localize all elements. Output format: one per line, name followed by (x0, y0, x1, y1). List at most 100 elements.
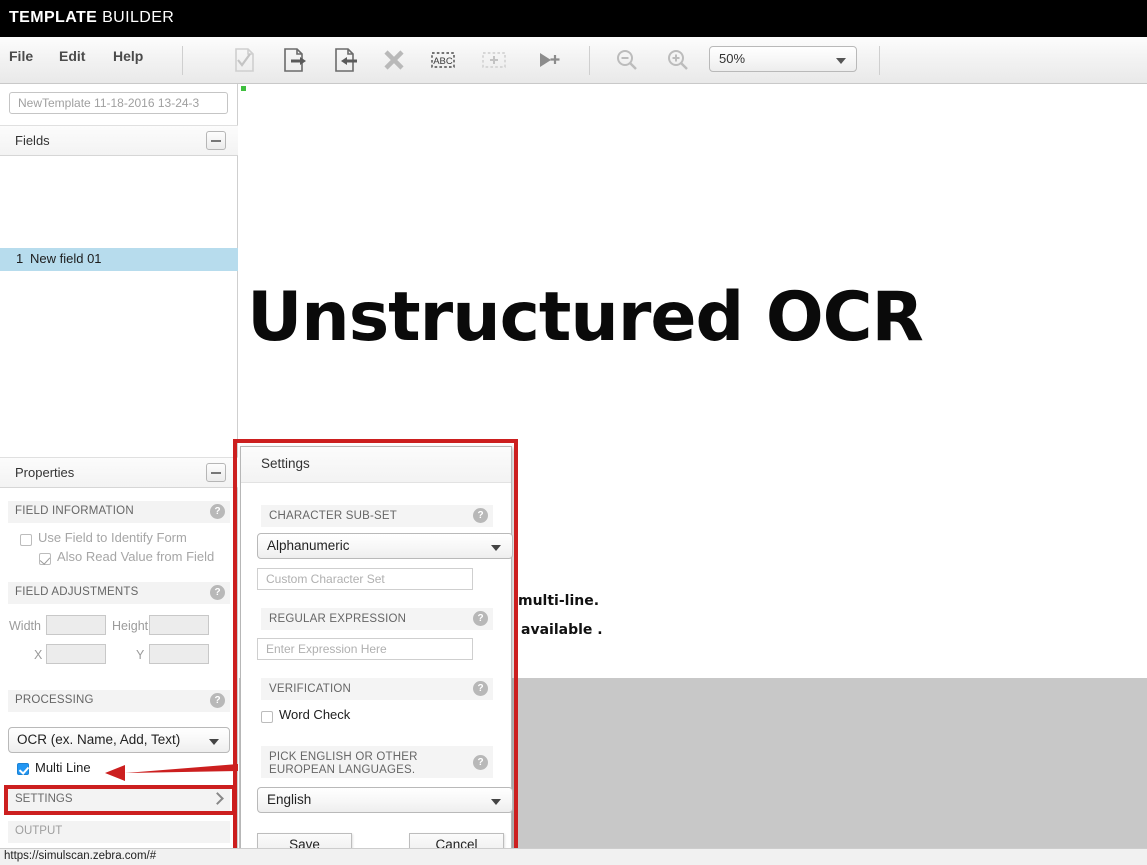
settings-dialog-header: Settings (241, 447, 511, 483)
use-field-to-identify-form-checkbox[interactable] (20, 534, 32, 546)
add-region-icon[interactable] (477, 43, 511, 77)
processing-header: PROCESSING ? (8, 690, 230, 712)
also-read-value-from-field-label: Also Read Value from Field (57, 549, 215, 564)
import-document-icon[interactable] (329, 43, 363, 77)
character-subset-label: CHARACTER SUB-SET (269, 510, 397, 522)
svg-text:ABC: ABC (433, 56, 453, 67)
chevron-down-icon (209, 739, 219, 745)
export-document-icon[interactable] (278, 43, 312, 77)
field-list-item-1[interactable]: 1 New field 01 (0, 248, 238, 271)
settings-dialog-title: Settings (261, 456, 310, 471)
app-title-bar: TEMPLATE BUILDER (0, 0, 1147, 37)
regular-expression-label: REGULAR EXPRESSION (269, 613, 407, 625)
menu-help[interactable]: Help (113, 48, 143, 64)
zoom-level-value: 50% (719, 51, 746, 66)
validate-document-icon[interactable] (227, 43, 261, 77)
help-icon[interactable]: ? (473, 755, 488, 770)
height-input[interactable] (149, 615, 209, 635)
custom-character-set-placeholder: Custom Character Set (266, 572, 385, 586)
regular-expression-header: REGULAR EXPRESSION ? (261, 608, 493, 630)
custom-character-set-input[interactable]: Custom Character Set (257, 568, 473, 590)
help-icon[interactable]: ? (473, 681, 488, 696)
template-name-input[interactable]: NewTemplate 11-18-2016 13-24-3 (9, 92, 228, 114)
minus-icon (211, 140, 221, 142)
abc-region-icon[interactable]: ABC (426, 43, 460, 77)
canvas-origin-marker (241, 86, 246, 91)
regular-expression-input[interactable]: Enter Expression Here (257, 638, 473, 660)
menu-edit[interactable]: Edit (59, 48, 85, 64)
language-header: PICK ENGLISH OR OTHER EUROPEAN LANGUAGES… (261, 746, 493, 778)
field-list-item-label: New field 01 (30, 251, 102, 266)
width-input[interactable] (46, 615, 106, 635)
output-row-label: OUTPUT (15, 825, 63, 837)
brand-bold: TEMPLATE (9, 9, 98, 26)
chevron-down-icon (836, 58, 846, 64)
verification-header: VERIFICATION ? (261, 678, 493, 700)
word-check-label: Word Check (279, 707, 351, 722)
fields-section-header: Fields (0, 125, 238, 156)
height-label: Height (112, 619, 149, 633)
toolbar: File Edit Help ABC (0, 37, 1147, 84)
minus-icon (211, 472, 221, 474)
fields-collapse-button[interactable] (206, 131, 226, 150)
y-label: Y (136, 648, 145, 662)
x-label: X (34, 648, 43, 662)
width-label: Width (9, 619, 41, 633)
field-list-item-index: 1 (16, 251, 24, 266)
character-subset-value: Alphanumeric (267, 538, 350, 553)
template-name-placeholder: NewTemplate 11-18-2016 13-24-3 (18, 96, 200, 110)
toolbar-divider-2 (589, 46, 590, 75)
brand-light: BUILDER (97, 9, 175, 26)
field-information-label: FIELD INFORMATION (15, 505, 134, 517)
annotation-arrow-multi-line (103, 760, 238, 784)
character-subset-select[interactable]: Alphanumeric (257, 533, 513, 559)
multi-line-checkbox[interactable] (17, 763, 29, 775)
field-information-header: FIELD INFORMATION ? (8, 501, 230, 523)
zoom-level-select[interactable]: 50% (709, 46, 857, 72)
settings-row-button[interactable]: SETTINGS (8, 789, 230, 811)
y-input[interactable] (149, 644, 209, 664)
status-bar: https://simulscan.zebra.com/# (0, 848, 1147, 865)
processing-type-select[interactable]: OCR (ex. Name, Add, Text) (8, 727, 230, 753)
help-icon[interactable]: ? (210, 504, 225, 519)
processing-label: PROCESSING (15, 694, 94, 706)
toolbar-divider-1 (182, 46, 183, 75)
language-select[interactable]: English (257, 787, 513, 813)
multi-line-label: Multi Line (35, 760, 91, 775)
regular-expression-placeholder: Enter Expression Here (266, 642, 387, 656)
use-field-to-identify-form-label: Use Field to Identify Form (38, 530, 187, 545)
document-line-2: available . (521, 622, 603, 638)
processing-type-value: OCR (ex. Name, Add, Text) (17, 732, 181, 747)
zoom-in-icon[interactable] (661, 43, 695, 77)
output-row-button[interactable]: OUTPUT (8, 821, 230, 843)
settings-row-label: SETTINGS (15, 793, 73, 805)
document-heading: Unstructured OCR (247, 278, 924, 357)
help-icon[interactable]: ? (473, 508, 488, 523)
properties-section-title: Properties (15, 465, 75, 480)
help-icon[interactable]: ? (210, 693, 225, 708)
run-add-icon[interactable] (530, 43, 564, 77)
word-check-checkbox[interactable] (261, 711, 273, 723)
delete-x-icon[interactable] (377, 43, 411, 77)
chevron-down-icon (491, 545, 501, 551)
properties-collapse-button[interactable] (206, 463, 226, 482)
field-adjustments-label: FIELD ADJUSTMENTS (15, 586, 139, 598)
toolbar-divider-3 (879, 46, 880, 75)
chevron-right-icon (211, 792, 224, 805)
chevron-down-icon (491, 799, 501, 805)
zoom-out-icon[interactable] (610, 43, 644, 77)
character-subset-header: CHARACTER SUB-SET ? (261, 505, 493, 527)
language-label: PICK ENGLISH OR OTHER EUROPEAN LANGUAGES… (269, 751, 418, 776)
fields-section-title: Fields (15, 133, 50, 148)
also-read-value-from-field-checkbox[interactable] (39, 553, 51, 565)
settings-dialog: Settings CHARACTER SUB-SET ? Alphanumeri… (240, 446, 513, 858)
document-line-1: multi-line. (518, 593, 600, 609)
x-input[interactable] (46, 644, 106, 664)
help-icon[interactable]: ? (473, 611, 488, 626)
menu-file[interactable]: File (9, 48, 33, 64)
help-icon[interactable]: ? (210, 585, 225, 600)
properties-section-header: Properties (0, 457, 238, 488)
status-bar-url: https://simulscan.zebra.com/# (4, 850, 157, 862)
app-brand: TEMPLATE BUILDER (9, 9, 174, 27)
verification-label: VERIFICATION (269, 683, 352, 695)
